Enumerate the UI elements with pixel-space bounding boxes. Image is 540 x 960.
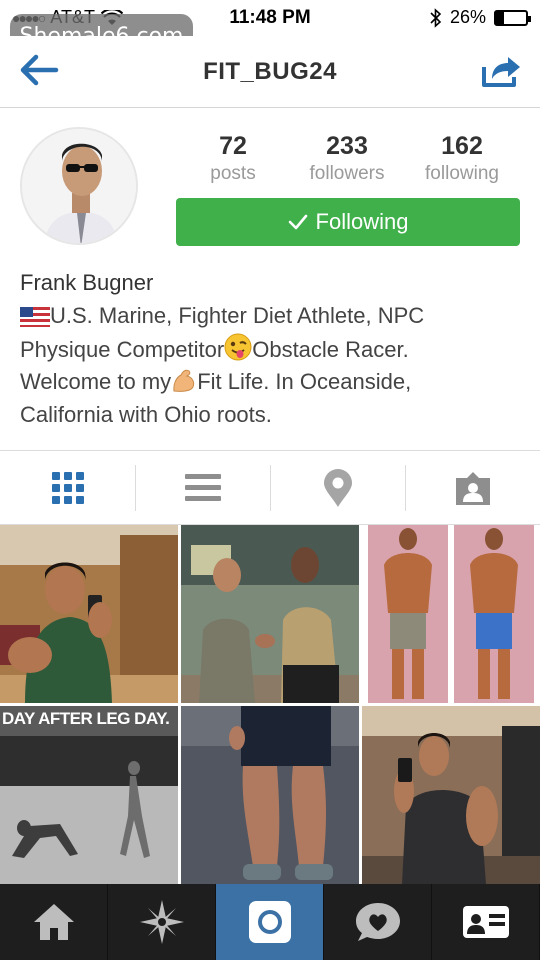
tab-list-view[interactable] xyxy=(135,451,270,524)
photo-grid: DAY AFTER LEG DAY. xyxy=(0,525,540,884)
bio-line-1: U.S. Marine, Fighter Diet Athlete, NPC xyxy=(20,300,510,333)
profile-name: Frank Bugner xyxy=(20,270,154,295)
following-label: following xyxy=(425,163,499,184)
posts-value: 72 xyxy=(219,132,247,160)
location-pin-icon xyxy=(323,468,352,507)
following-button-label: Following xyxy=(315,209,409,234)
explore-star-icon xyxy=(139,900,184,944)
bluetooth-icon xyxy=(430,7,442,28)
bottom-tab-bar xyxy=(0,884,540,960)
gym-selfie-photo xyxy=(362,706,540,884)
photo-thumbnail[interactable] xyxy=(181,706,359,884)
tab-activity[interactable] xyxy=(324,884,432,960)
physique-competition-photo xyxy=(362,525,540,703)
status-right: 26% xyxy=(430,7,531,28)
bio-line-4: California with Ohio roots. xyxy=(20,401,272,427)
leg-day-meme-photo xyxy=(0,706,178,884)
following-count[interactable]: 162 following xyxy=(407,132,517,185)
bio-text-1: U.S. Marine, Fighter Diet Athlete, NPC xyxy=(50,303,425,328)
username-title: FIT_BUG24 xyxy=(203,58,337,85)
battery-icon xyxy=(494,9,531,26)
profile-bio: U.S. Marine, Fighter Diet Athlete, NPC P… xyxy=(20,300,510,431)
winking-tongue-emoji-icon xyxy=(224,333,252,360)
tab-grid-view[interactable] xyxy=(0,451,135,524)
following-value: 162 xyxy=(441,132,483,160)
profile-view-tabs xyxy=(0,450,540,525)
flexed-bicep-emoji-icon xyxy=(173,369,195,392)
selfie-photo xyxy=(0,525,178,703)
legs-photo xyxy=(181,706,359,884)
share-icon xyxy=(482,57,520,87)
avatar-photo xyxy=(22,129,136,243)
tagged-person-icon xyxy=(455,471,490,505)
followers-count[interactable]: 233 followers xyxy=(292,132,402,185)
activity-bubble-icon xyxy=(355,903,400,941)
following-button[interactable]: Following xyxy=(176,198,520,246)
profile-avatar[interactable] xyxy=(20,127,138,245)
share-button[interactable] xyxy=(480,53,522,89)
us-flag-icon xyxy=(20,307,50,327)
handshake-photo xyxy=(181,525,359,703)
bio-text-3a: Welcome to my xyxy=(20,369,172,394)
grid-view-icon xyxy=(51,471,84,504)
tab-home[interactable] xyxy=(0,884,108,960)
tab-explore[interactable] xyxy=(108,884,216,960)
meme-caption: DAY AFTER LEG DAY. xyxy=(2,709,170,728)
home-icon xyxy=(33,904,74,940)
photo-thumbnail[interactable] xyxy=(362,525,540,703)
battery-level xyxy=(496,11,504,24)
bio-text-3b: Fit Life. In Oceanside, xyxy=(197,369,412,394)
posts-label: posts xyxy=(210,163,256,184)
posts-count[interactable]: 72 posts xyxy=(178,132,288,185)
tab-profile[interactable] xyxy=(432,884,540,960)
bio-line-3: Welcome to my Fit Life. In Oceanside, xyxy=(20,366,510,399)
photo-thumbnail[interactable] xyxy=(181,525,359,703)
photo-thumbnail[interactable]: DAY AFTER LEG DAY. xyxy=(0,706,178,884)
bio-text-2b: Obstacle Racer. xyxy=(252,336,409,362)
profile-card-icon xyxy=(462,906,509,938)
tab-map-view[interactable] xyxy=(270,451,405,524)
followers-label: followers xyxy=(309,163,385,184)
tab-camera[interactable] xyxy=(216,884,324,960)
bio-line-2: Physique Competitor Obstacle Racer. xyxy=(20,333,510,367)
checkmark-icon xyxy=(288,214,307,230)
camera-icon xyxy=(248,901,291,943)
followers-value: 233 xyxy=(326,132,368,160)
list-view-icon xyxy=(184,473,221,501)
tab-tagged-photos[interactable] xyxy=(405,451,540,524)
battery-percent: 26% xyxy=(449,7,486,27)
photo-thumbnail[interactable] xyxy=(362,706,540,884)
nav-bar: FIT_BUG24 xyxy=(0,36,540,108)
bio-text-2a: Physique Competitor xyxy=(20,336,225,362)
photo-thumbnail[interactable] xyxy=(0,525,178,703)
